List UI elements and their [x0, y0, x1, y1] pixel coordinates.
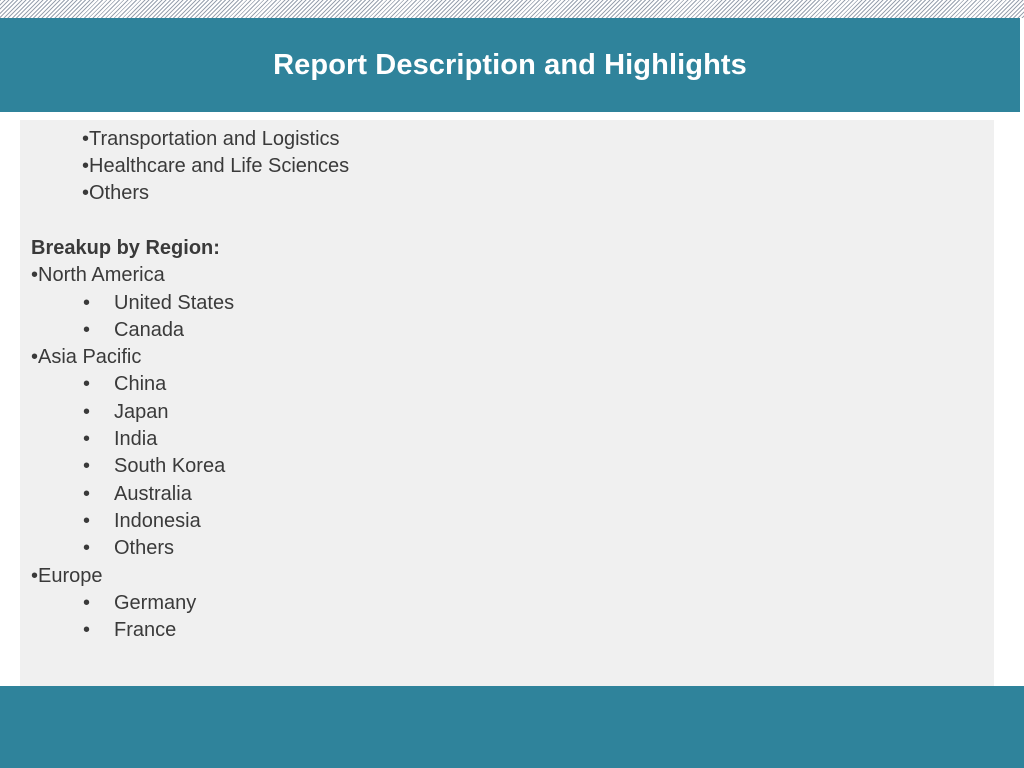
list-item-healthcare: •Healthcare and Life Sciences	[82, 155, 350, 177]
country-australia: Australia	[114, 483, 192, 505]
top-hatch-stripe	[0, 0, 1024, 18]
sub-bullet: •	[83, 483, 91, 505]
header-bar: Report Description and Highlights	[0, 18, 1020, 112]
country-canada: Canada	[114, 319, 185, 341]
country-japan: Japan	[114, 401, 169, 423]
sub-bullet: •	[83, 319, 91, 341]
sub-bullet: •	[83, 619, 91, 641]
list-item-others-industry: •Others	[82, 182, 150, 204]
region-asia-pacific: •Asia Pacific	[31, 346, 142, 368]
sub-bullet: •	[83, 455, 91, 477]
country-germany: Germany	[114, 592, 197, 614]
footer-bar	[0, 686, 1024, 768]
sub-bullet: •	[83, 510, 91, 532]
country-china: China	[114, 373, 167, 395]
sub-bullet: •	[83, 428, 91, 450]
list-item-transportation: •Transportation and Logistics	[82, 128, 340, 150]
country-south-korea: South Korea	[114, 455, 226, 477]
region-heading: Breakup by Region:	[31, 237, 220, 259]
country-india: India	[114, 428, 158, 450]
country-united-states: United States	[114, 292, 235, 314]
sub-bullet: •	[83, 373, 91, 395]
sub-bullet: •	[83, 592, 91, 614]
sub-bullet: •	[83, 292, 91, 314]
sub-bullet: •	[83, 537, 91, 559]
slide: Report Description and Highlights •Trans…	[0, 0, 1024, 768]
page-title: Report Description and Highlights	[273, 48, 747, 81]
country-others-asia: Others	[114, 537, 175, 559]
content-panel: •Transportation and Logistics •Healthcar…	[20, 120, 994, 686]
country-france: France	[114, 619, 177, 641]
region-north-america: •North America	[31, 264, 165, 286]
sub-bullet: •	[83, 401, 91, 423]
region-europe: •Europe	[31, 565, 103, 587]
country-indonesia: Indonesia	[114, 510, 201, 532]
